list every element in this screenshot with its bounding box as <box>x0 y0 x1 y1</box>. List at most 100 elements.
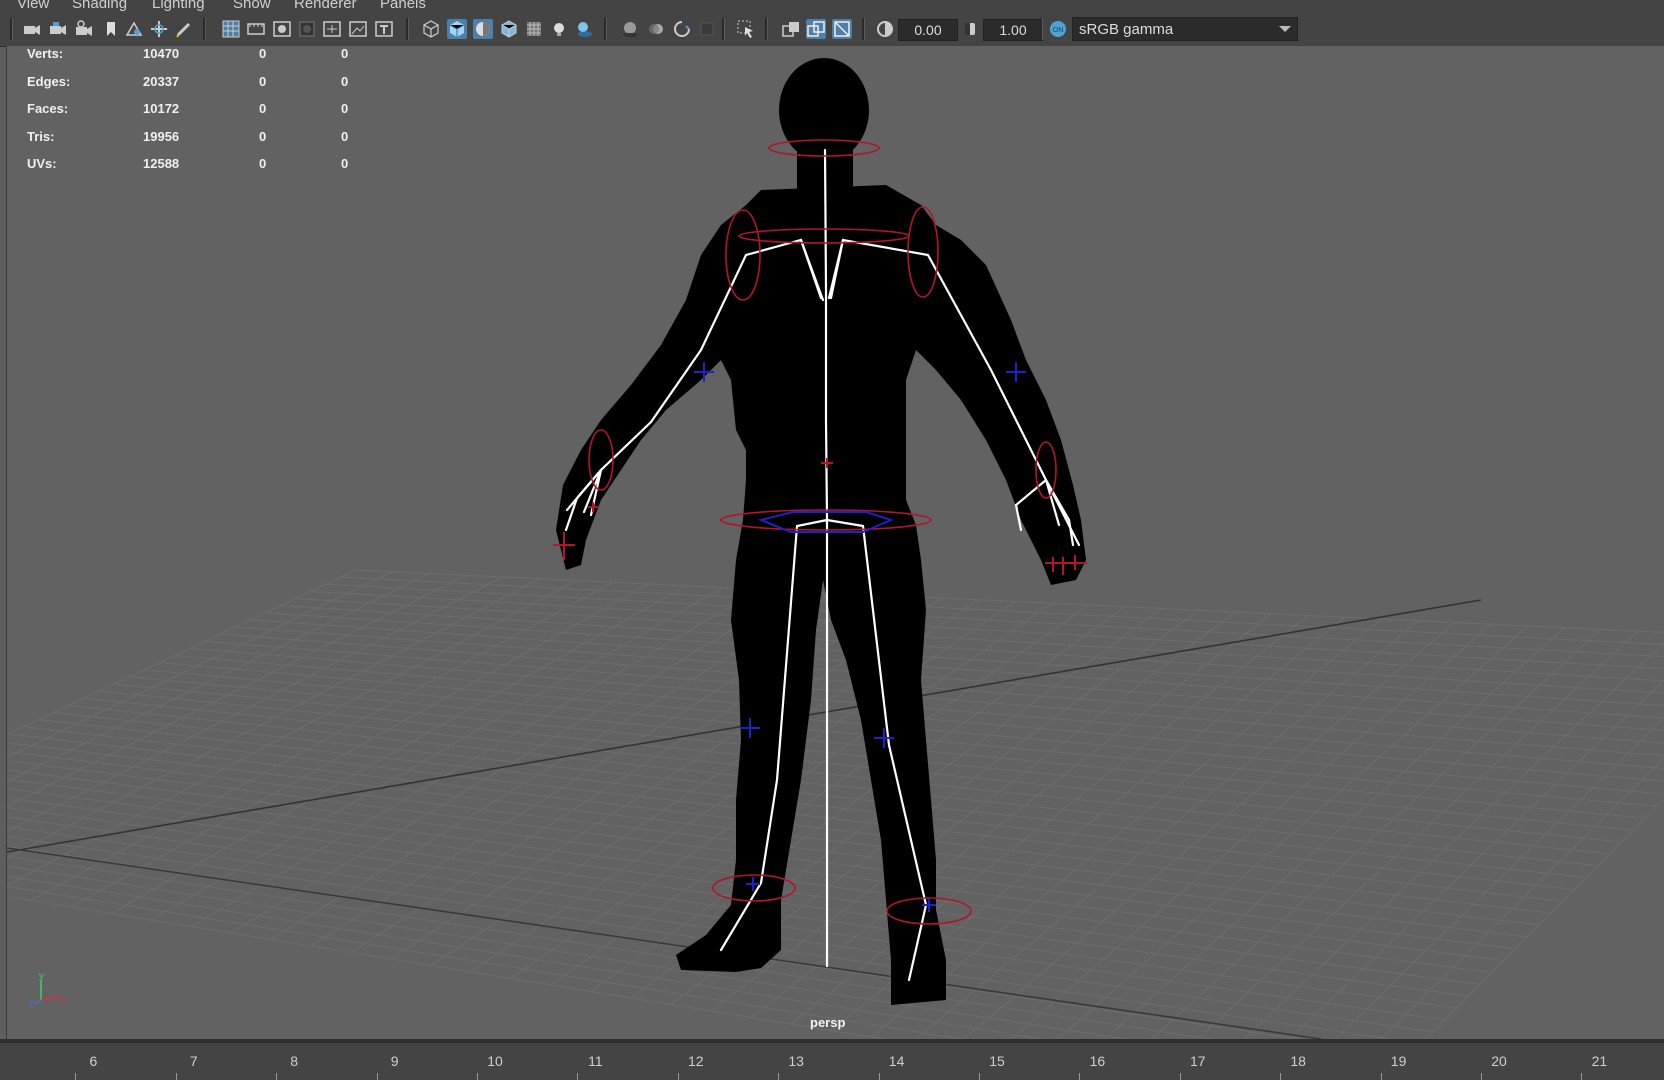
axis-label-z: z <box>29 999 34 1010</box>
isolate-select-icon[interactable] <box>736 19 756 39</box>
frame-tick <box>1380 1073 1382 1080</box>
grid-line <box>7 816 1446 1021</box>
frame-tick <box>677 1073 679 1080</box>
camera-attributes-icon[interactable] <box>48 19 68 39</box>
frame-tick <box>75 1073 77 1080</box>
frame-tick <box>1481 1073 1482 1080</box>
bookmark-icon[interactable] <box>101 19 121 39</box>
gamma-field[interactable]: 1.00 <box>983 19 1043 41</box>
frame-label: 8 <box>290 1053 299 1069</box>
camera-icon[interactable] <box>22 19 42 39</box>
toolbar-separator <box>765 18 768 40</box>
frame-label: 6 <box>89 1053 98 1069</box>
gamma-icon[interactable] <box>960 19 980 39</box>
film-gate-icon[interactable] <box>246 19 266 39</box>
frame-label: 7 <box>189 1053 198 1069</box>
hud-value: 20337 <box>143 73 180 89</box>
hud-value: 10172 <box>143 101 180 116</box>
image-plane-icon[interactable] <box>124 19 144 39</box>
panel-menu-bar: View Shading Lighting Show Renderer Pane… <box>0 0 1664 12</box>
hud-label: Tris: <box>27 128 55 144</box>
color-management-icon[interactable]: ON <box>1048 19 1068 39</box>
grid-axis-line <box>7 847 1322 1039</box>
color-space-dropdown[interactable]: sRGB gamma <box>1072 17 1298 41</box>
wireframe-icon[interactable] <box>421 19 441 39</box>
hud-label: Faces: <box>27 101 69 116</box>
resolution-gate-icon[interactable] <box>272 19 292 39</box>
frame-label: 20 <box>1491 1053 1507 1069</box>
frame-tick <box>376 1073 378 1080</box>
panel-toolbar: 0.00 1.00 ON sRGB gamma <box>0 12 1664 47</box>
hud-value: 0 <box>259 46 267 61</box>
grid-line <box>7 571 393 759</box>
hud-value: 0 <box>259 101 267 116</box>
exposure-icon[interactable] <box>875 19 895 39</box>
menu-view[interactable]: View <box>17 0 49 12</box>
grid-line <box>1197 630 1639 1039</box>
frame-label: 14 <box>888 1053 905 1069</box>
toolbar-separator <box>862 18 865 40</box>
grid-line <box>7 578 540 859</box>
grid-line <box>7 576 503 833</box>
wireframe-on-shaded-icon[interactable] <box>499 19 519 39</box>
grid-line <box>234 626 1664 731</box>
menu-panels[interactable]: Panels <box>380 0 426 12</box>
axis-label-x: x <box>61 995 66 1006</box>
hud-value: 0 <box>259 128 267 144</box>
svg-text:ON: ON <box>1053 27 1064 34</box>
toolbar-separator <box>203 18 206 40</box>
time-slider[interactable]: 56789101112131415161718192021 <box>0 1039 1664 1080</box>
hud-value: 0 <box>341 46 349 61</box>
hud-label: Verts: <box>27 46 64 61</box>
hud-value: 0 <box>341 73 349 89</box>
grease-pencil-icon[interactable] <box>174 19 194 39</box>
toolbar-separator <box>604 18 607 40</box>
frame-label: 13 <box>788 1053 804 1069</box>
safe-title-icon[interactable] <box>374 19 394 39</box>
xray-joints-icon[interactable] <box>781 19 801 39</box>
2d-pan-zoom-icon[interactable] <box>149 19 169 39</box>
frame-tick <box>878 1073 880 1080</box>
field-chart-icon[interactable] <box>322 19 342 39</box>
axis-label-y: y <box>39 971 44 982</box>
frame-tick <box>577 1073 579 1080</box>
grid-line <box>1243 642 1664 1039</box>
frame-tick <box>477 1073 478 1080</box>
frame-tick <box>1179 1073 1181 1080</box>
xray-active-icon[interactable] <box>806 19 826 39</box>
camera-lock-icon[interactable] <box>74 19 94 39</box>
frame-tick <box>1581 1073 1583 1080</box>
exposure-field[interactable]: 0.00 <box>898 19 958 41</box>
hud-value: 0 <box>341 156 349 171</box>
chevron-down-icon[interactable] <box>1272 17 1298 41</box>
use-all-lights-icon[interactable] <box>549 19 569 39</box>
toolbar-separator <box>10 18 13 40</box>
backface-culling-icon[interactable] <box>832 19 852 39</box>
hud-value: 10470 <box>143 46 180 61</box>
menu-show[interactable]: Show <box>233 0 271 12</box>
motion-blur-icon[interactable] <box>646 19 666 39</box>
safe-action-icon[interactable] <box>348 19 368 39</box>
hud-label: UVs: <box>27 156 57 171</box>
menu-shading[interactable]: Shading <box>72 0 127 12</box>
grid-line <box>7 569 357 735</box>
menu-lighting[interactable]: Lighting <box>152 0 205 12</box>
frame-tick <box>1079 1073 1081 1080</box>
anti-aliasing-icon[interactable] <box>672 19 692 39</box>
frame-tick <box>175 1073 177 1080</box>
menu-renderer[interactable]: Renderer <box>294 0 357 12</box>
screen-space-ao-icon[interactable] <box>620 19 640 39</box>
viewport-scene[interactable]: y z x <box>7 46 1664 1039</box>
grid-icon[interactable] <box>221 19 241 39</box>
frame-label: 17 <box>1190 1053 1206 1069</box>
default-material-icon[interactable] <box>473 19 493 39</box>
shadows-icon[interactable] <box>574 19 594 39</box>
gate-mask-icon[interactable] <box>297 19 317 39</box>
frame-tick <box>276 1073 278 1080</box>
xray-icon[interactable] <box>524 19 544 39</box>
grid-line <box>7 875 1046 1039</box>
hud-value: 0 <box>341 128 349 144</box>
smooth-shade-icon[interactable] <box>447 19 467 39</box>
depth-of-field-icon[interactable] <box>697 19 717 39</box>
persp-viewport[interactable]: y z x Verts: 10470 0 0 Edges: 20337 0 0 Faces: 10… <box>6 46 1664 1039</box>
